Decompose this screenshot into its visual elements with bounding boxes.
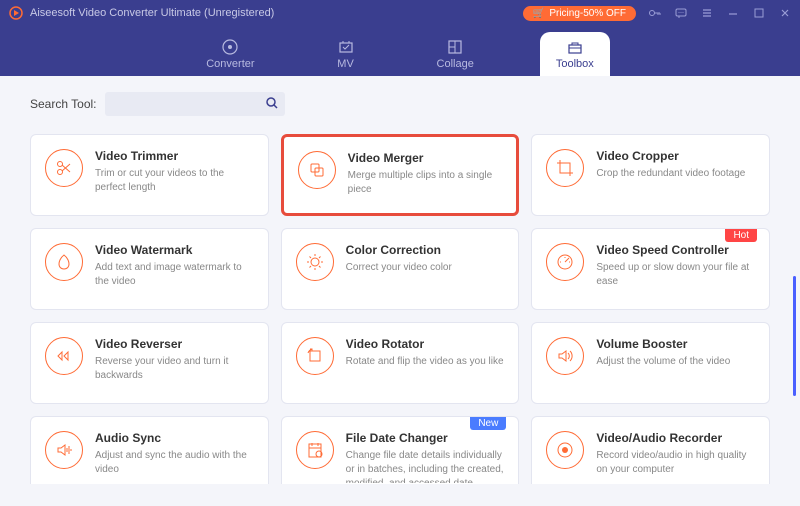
tool-title: File Date Changer	[346, 431, 505, 445]
tool-desc: Trim or cut your videos to the perfect l…	[95, 167, 254, 195]
tools-grid: Video Trimmer Trim or cut your videos to …	[16, 134, 784, 484]
tool-desc: Crop the redundant video footage	[596, 167, 755, 181]
tool-title: Video Cropper	[596, 149, 755, 163]
app-logo-icon	[8, 5, 24, 21]
tool-desc: Reverse your video and turn it backwards	[95, 355, 254, 383]
key-icon[interactable]	[648, 6, 662, 20]
feedback-icon[interactable]	[674, 6, 688, 20]
scrollbar[interactable]	[793, 276, 796, 396]
tool-desc: Record video/audio in high quality on yo…	[596, 449, 755, 477]
badge-hot: Hot	[725, 229, 757, 242]
tool-desc: Add text and image watermark to the vide…	[95, 261, 254, 289]
minimize-icon[interactable]	[726, 6, 740, 20]
tab-converter[interactable]: Converter	[190, 32, 270, 76]
titlebar: Aiseesoft Video Converter Ultimate (Unre…	[0, 0, 800, 26]
titlebar-icons	[648, 6, 792, 20]
maximize-icon[interactable]	[752, 6, 766, 20]
tool-card-audiosync[interactable]: Audio Sync Adjust and sync the audio with…	[30, 416, 269, 484]
tool-desc: Merge multiple clips into a single piece	[348, 169, 503, 197]
menu-icon[interactable]	[700, 6, 714, 20]
tool-title: Video Speed Controller	[596, 243, 755, 257]
merger-icon	[298, 151, 336, 189]
converter-icon	[221, 38, 239, 56]
tool-desc: Correct your video color	[346, 261, 505, 275]
tool-title: Video Watermark	[95, 243, 254, 257]
tab-collage[interactable]: Collage	[421, 32, 490, 76]
tool-title: Video Merger	[348, 151, 503, 165]
badge-new: New	[470, 417, 506, 430]
tab-mv[interactable]: MV	[321, 32, 371, 76]
tool-desc: Change file date details individually or…	[346, 449, 505, 483]
tool-card-color[interactable]: Color Correction Correct your video color	[281, 228, 520, 310]
tool-card-date[interactable]: NewFile Date Changer Change file date det…	[281, 416, 520, 484]
tool-title: Video Reverser	[95, 337, 254, 351]
tool-card-merger[interactable]: Video Merger Merge multiple clips into a …	[281, 134, 520, 216]
tool-card-cropper[interactable]: Video Cropper Crop the redundant video fo…	[531, 134, 770, 216]
tool-title: Video Trimmer	[95, 149, 254, 163]
tool-desc: Speed up or slow down your file at ease	[596, 261, 755, 289]
tool-desc: Adjust and sync the audio with the video	[95, 449, 254, 477]
tool-card-reverser[interactable]: Video Reverser Reverse your video and tur…	[30, 322, 269, 404]
tool-card-rotator[interactable]: Video Rotator Rotate and flip the video a…	[281, 322, 520, 404]
rotator-icon	[296, 337, 334, 375]
recorder-icon	[546, 431, 584, 469]
tool-desc: Adjust the volume of the video	[596, 355, 755, 369]
tool-desc: Rotate and flip the video as you like	[346, 355, 505, 369]
trimmer-icon	[45, 149, 83, 187]
tool-card-speed[interactable]: HotVideo Speed Controller Speed up or slo…	[531, 228, 770, 310]
tool-title: Video/Audio Recorder	[596, 431, 755, 445]
cropper-icon	[546, 149, 584, 187]
color-icon	[296, 243, 334, 281]
collage-icon	[446, 38, 464, 56]
cart-icon: 🛒	[533, 8, 545, 19]
watermark-icon	[45, 243, 83, 281]
tool-card-trimmer[interactable]: Video Trimmer Trim or cut your videos to …	[30, 134, 269, 216]
tool-card-watermark[interactable]: Video Watermark Add text and image waterm…	[30, 228, 269, 310]
search-row: Search Tool:	[16, 92, 784, 116]
pricing-button[interactable]: 🛒 Pricing-50% OFF	[523, 6, 636, 21]
tool-title: Video Rotator	[346, 337, 505, 351]
search-icon[interactable]	[265, 96, 279, 113]
search-input[interactable]	[105, 92, 285, 116]
date-icon	[296, 431, 334, 469]
tool-title: Volume Booster	[596, 337, 755, 351]
mv-icon	[337, 38, 355, 56]
close-icon[interactable]	[778, 6, 792, 20]
speed-icon	[546, 243, 584, 281]
tab-toolbox[interactable]: Toolbox	[540, 32, 610, 76]
tool-title: Audio Sync	[95, 431, 254, 445]
navbar: Converter MV Collage Toolbox	[0, 26, 800, 76]
volume-icon	[546, 337, 584, 375]
toolbox-icon	[566, 38, 584, 56]
tool-card-volume[interactable]: Volume Booster Adjust the volume of the v…	[531, 322, 770, 404]
search-label: Search Tool:	[30, 97, 97, 111]
content-area: Search Tool: Video Trimmer Trim or cut yo…	[0, 76, 800, 506]
app-title: Aiseesoft Video Converter Ultimate (Unre…	[30, 7, 523, 19]
tool-title: Color Correction	[346, 243, 505, 257]
tool-card-recorder[interactable]: Video/Audio Recorder Record video/audio i…	[531, 416, 770, 484]
reverser-icon	[45, 337, 83, 375]
audiosync-icon	[45, 431, 83, 469]
